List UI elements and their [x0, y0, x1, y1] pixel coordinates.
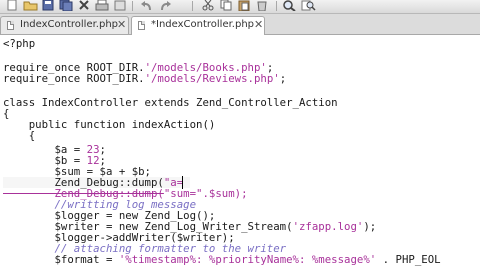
tab-index-controller-modified[interactable]: *IndexController.php ✕	[131, 16, 265, 35]
print-icon[interactable]	[94, 0, 110, 11]
copy-icon[interactable]	[218, 0, 234, 11]
export-icon[interactable]	[112, 0, 128, 11]
main-toolbar	[0, 0, 480, 14]
folder-icon[interactable]	[22, 0, 38, 11]
new-file-icon[interactable]	[4, 0, 20, 11]
code-line: require_once ROOT_DIR.'/models/Reviews.p…	[3, 72, 287, 85]
code-editor[interactable]: <?php require_once ROOT_DIR.'/models/Boo…	[0, 35, 480, 270]
close-file-icon[interactable]	[76, 0, 92, 11]
php-file-icon	[7, 21, 14, 30]
tab-label: *IndexController.php	[151, 19, 255, 30]
code-line: $format = '%timestamp%: %priorityName%: …	[3, 253, 441, 266]
tab-label: IndexController.php	[20, 19, 119, 30]
code-line: class IndexController extends Zend_Contr…	[3, 96, 338, 109]
save-icon[interactable]	[40, 0, 56, 11]
save-all-icon[interactable]	[58, 0, 74, 11]
search-icon[interactable]	[282, 0, 298, 11]
find-replace-icon[interactable]	[300, 0, 316, 11]
paste-icon[interactable]	[236, 0, 252, 11]
redo-icon[interactable]	[158, 0, 174, 11]
undo-icon[interactable]	[138, 0, 154, 11]
delete-icon[interactable]	[254, 0, 270, 11]
cut-icon[interactable]	[200, 0, 216, 11]
close-icon[interactable]: ✕	[117, 18, 126, 31]
code-line: <?php	[3, 37, 36, 50]
editor-tab-bar: IndexController.php ✕ *IndexController.p…	[0, 14, 480, 35]
php-file-icon	[138, 21, 145, 30]
tab-index-controller-saved[interactable]: IndexController.php ✕	[0, 16, 129, 34]
close-icon[interactable]: ✕	[254, 18, 263, 31]
code-line: {	[3, 129, 36, 142]
